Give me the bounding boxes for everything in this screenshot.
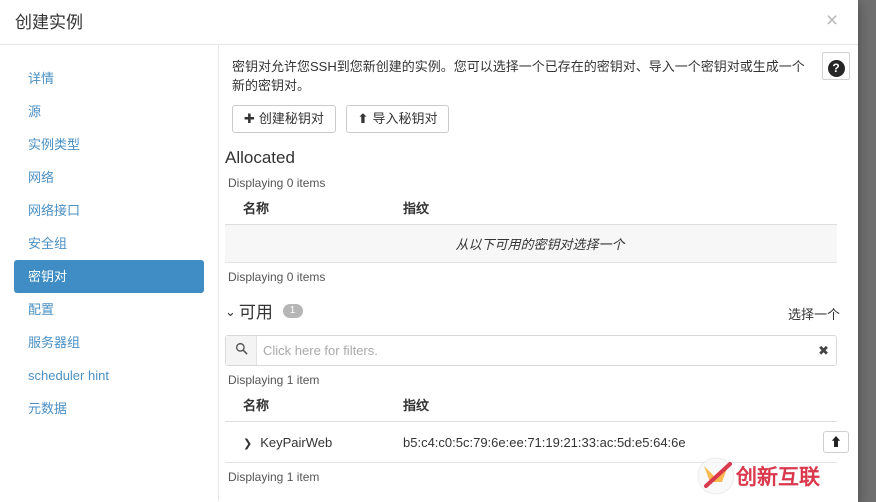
- sidebar-item-security-groups[interactable]: 安全组: [14, 227, 204, 260]
- key-pair-name-cell: ❯ KeyPairWeb: [225, 421, 385, 463]
- sidebar-item-configuration[interactable]: 配置: [14, 293, 204, 326]
- sidebar-item-details[interactable]: 详情: [14, 62, 204, 95]
- filter-input[interactable]: [257, 336, 808, 365]
- allocated-empty-row: 从以下可用的密钥对选择一个: [225, 224, 837, 263]
- allocated-empty-message: 从以下可用的密钥对选择一个: [225, 224, 837, 263]
- allocated-count-top: Displaying 0 items: [228, 176, 326, 190]
- search-icon[interactable]: [226, 336, 257, 365]
- clear-filter-icon[interactable]: ✖: [818, 336, 829, 365]
- modal-title: 创建实例: [15, 13, 83, 32]
- sidebar-item-network[interactable]: 网络: [14, 161, 204, 194]
- allocated-col-name: 名称: [225, 195, 385, 225]
- upload-icon: ⬆: [357, 111, 369, 126]
- create-key-pair-label: 创建秘钥对: [258, 111, 324, 126]
- key-pair-panel: 密钥对允许您SSH到您新创建的实例。您可以选择一个已存在的密钥对、导入一个密钥对…: [219, 45, 858, 501]
- table-row[interactable]: ❯ KeyPairWeb b5:c4:c0:5c:79:6e:ee:71:19:2…: [225, 421, 849, 463]
- import-key-pair-label: 导入秘钥对: [372, 111, 438, 126]
- wizard-step-sidebar: 详情 源 实例类型 网络 网络接口 安全组 密钥对 配置 服务器组 schedu…: [0, 45, 219, 501]
- row-action-cell: ⬆: [805, 421, 849, 463]
- filter-bar: ✖: [225, 335, 837, 366]
- available-col-actions: [805, 392, 837, 422]
- key-pair-actions: ✚ 创建秘钥对 ⬆ 导入秘钥对: [219, 95, 858, 133]
- chevron-down-icon: ⌄: [225, 304, 236, 319]
- sidebar-item-metadata[interactable]: 元数据: [14, 392, 204, 425]
- available-count-bottom: Displaying 1 item: [228, 470, 320, 484]
- available-table: 名称 指纹 ❯ KeyPairWeb b5:c4:c0:5c:79:6e:ee:7…: [225, 392, 849, 463]
- modal-body: 详情 源 实例类型 网络 网络接口 安全组 密钥对 配置 服务器组 schedu…: [0, 45, 858, 501]
- modal-header: 创建实例 ×: [0, 0, 858, 45]
- description-row: 密钥对允许您SSH到您新创建的实例。您可以选择一个已存在的密钥对、导入一个密钥对…: [219, 45, 858, 95]
- allocated-section-title: Allocated: [225, 148, 295, 167]
- available-collapse-toggle[interactable]: ⌄ 可用: [225, 301, 273, 324]
- sidebar-item-source[interactable]: 源: [14, 95, 204, 128]
- key-pair-name: KeyPairWeb: [260, 434, 333, 450]
- available-section-title: 可用: [238, 303, 273, 322]
- available-table-header-row: 名称 指纹: [225, 392, 837, 422]
- available-col-name: 名称: [225, 392, 385, 422]
- sidebar-item-network-ports[interactable]: 网络接口: [14, 194, 204, 227]
- allocated-col-actions: [805, 195, 837, 225]
- close-icon[interactable]: ×: [820, 9, 844, 33]
- select-one-hint: 选择一个: [787, 307, 840, 322]
- available-count-badge: 1: [282, 304, 303, 318]
- create-key-pair-button[interactable]: ✚ 创建秘钥对: [232, 105, 336, 133]
- sidebar-item-key-pair[interactable]: 密钥对: [14, 260, 204, 293]
- allocated-count-bottom: Displaying 0 items: [228, 270, 326, 284]
- available-col-fingerprint: 指纹: [385, 392, 805, 422]
- sidebar-item-scheduler-hint[interactable]: scheduler hint: [14, 359, 204, 392]
- available-count-top: Displaying 1 item: [228, 373, 320, 387]
- available-section-header: ⌄ 可用 1 选择一个: [225, 301, 858, 325]
- chevron-right-icon[interactable]: ❯: [243, 437, 252, 450]
- allocated-col-fingerprint: 指纹: [385, 195, 805, 225]
- sidebar-item-flavor[interactable]: 实例类型: [14, 128, 204, 161]
- sidebar-item-server-groups[interactable]: 服务器组: [14, 326, 204, 359]
- allocated-table: 名称 指纹 从以下可用的密钥对选择一个: [225, 195, 837, 263]
- arrow-up-icon: ⬆: [829, 435, 842, 449]
- create-instance-modal: 创建实例 × 详情 源 实例类型 网络 网络接口 安全组 密钥对 配置 服务器组…: [0, 0, 858, 502]
- key-pair-fingerprint: b5:c4:c0:5c:79:6e:ee:71:19:21:33:ac:5d:e…: [385, 421, 805, 463]
- import-key-pair-button[interactable]: ⬆ 导入秘钥对: [345, 105, 450, 133]
- help-button[interactable]: ?: [822, 52, 850, 80]
- plus-icon: ✚: [244, 111, 255, 126]
- allocate-key-pair-button[interactable]: ⬆: [823, 431, 849, 453]
- question-mark-icon: ?: [827, 59, 845, 77]
- panel-description: 密钥对允许您SSH到您新创建的实例。您可以选择一个已存在的密钥对、导入一个密钥对…: [232, 59, 805, 93]
- allocated-table-header-row: 名称 指纹: [225, 195, 837, 225]
